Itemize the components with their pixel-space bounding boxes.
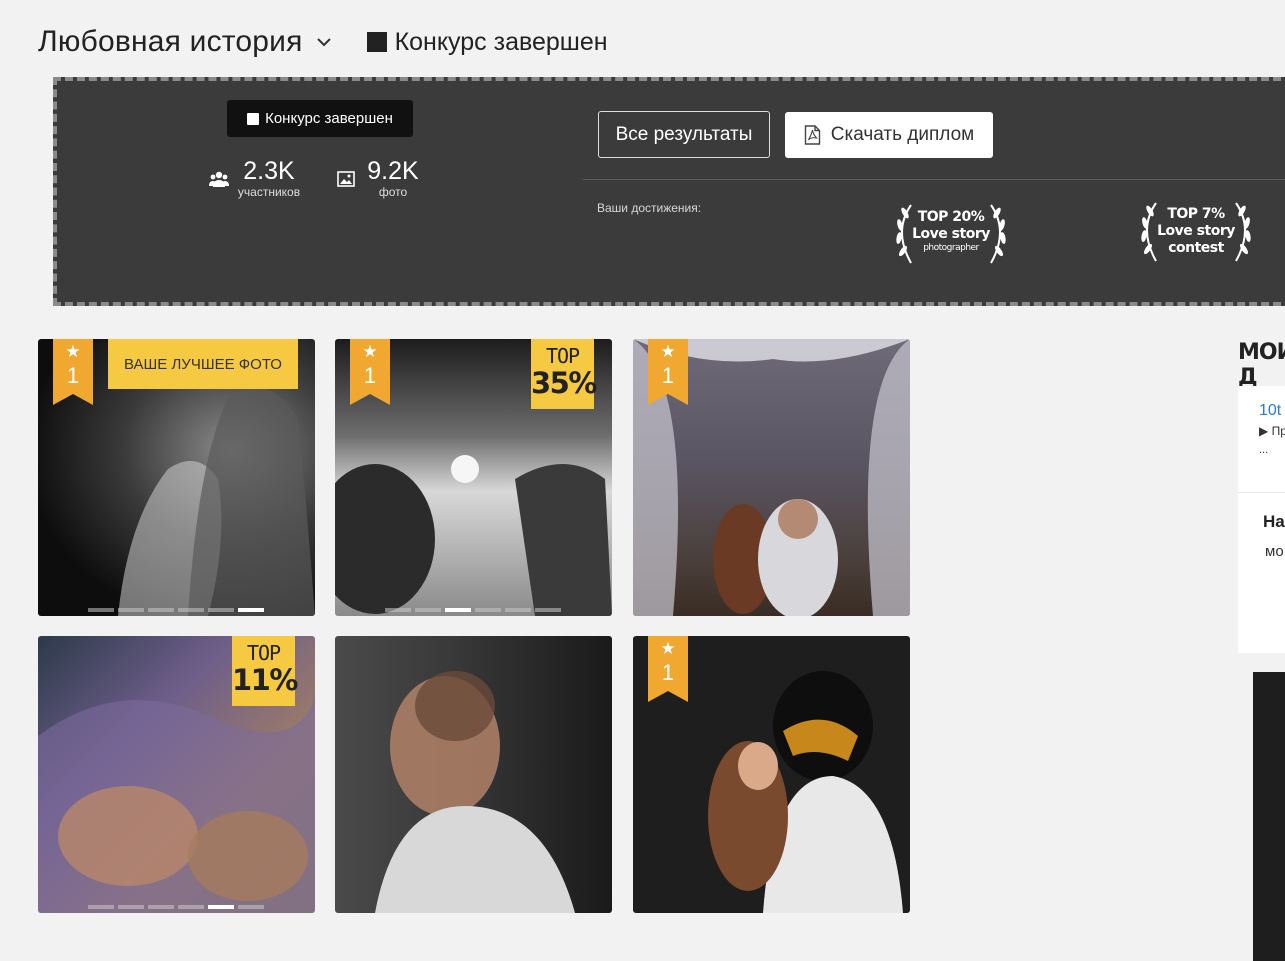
- slide-dot[interactable]: [238, 905, 264, 909]
- participants-stat: 2.3K участников: [231, 157, 307, 199]
- photo-card[interactable]: ★ 1: [633, 636, 910, 913]
- download-diploma-label: Скачать диплом: [830, 124, 975, 145]
- status-badge-label: Конкурс завершен: [265, 110, 393, 127]
- all-results-button[interactable]: Все результаты: [598, 111, 770, 158]
- photo-image: [375, 671, 575, 913]
- slide-dot[interactable]: [385, 608, 411, 612]
- star-icon: ★: [660, 342, 676, 361]
- photos-stat: 9.2K фото: [365, 157, 421, 199]
- users-icon: [209, 170, 229, 193]
- slide-dot[interactable]: [415, 608, 441, 612]
- star-icon: ★: [65, 342, 81, 361]
- slide-indicator[interactable]: [88, 608, 264, 612]
- square-icon: [366, 32, 387, 52]
- ribbon-number: 1: [66, 363, 80, 388]
- contest-title[interactable]: Любовная история: [38, 25, 303, 59]
- sidebar-link[interactable]: 10t: [1259, 402, 1281, 420]
- achievement-line2: Love story: [1157, 223, 1235, 239]
- slide-dot[interactable]: [475, 608, 501, 612]
- achievement-line3: photographer: [923, 243, 979, 253]
- sidebar-heading: На: [1263, 512, 1285, 531]
- slide-dot[interactable]: [178, 608, 204, 612]
- slide-dot[interactable]: [535, 608, 561, 612]
- sidebar-image[interactable]: [1253, 672, 1285, 961]
- contest-status-label: Конкурс завершен: [394, 27, 608, 56]
- sidebar-title: МОИ Д: [1238, 340, 1285, 390]
- image-icon: [337, 171, 355, 192]
- participants-count: 2.3K: [243, 157, 295, 185]
- slide-indicator[interactable]: [385, 608, 561, 612]
- top-value: 11%: [232, 663, 298, 697]
- sidebar-ellipsis: ...: [1259, 444, 1269, 456]
- star-icon: ★: [362, 342, 378, 361]
- contest-status: Конкурс завершен: [366, 27, 608, 57]
- star-icon: ★: [660, 639, 676, 658]
- pdf-icon: [804, 125, 820, 145]
- achievement-line3: contest: [1168, 240, 1224, 256]
- ribbon-number: 1: [661, 363, 675, 388]
- slide-indicator[interactable]: [88, 905, 264, 909]
- achievement-line1: TOP 7%: [1167, 206, 1225, 222]
- results-panel: Конкурс завершен 2.3K участников 9.2K фо…: [53, 77, 1285, 306]
- slide-dot[interactable]: [505, 608, 531, 612]
- sidebar-card: 10t ▶ Пр ... На мо: [1238, 386, 1285, 653]
- slide-dot[interactable]: [118, 905, 144, 909]
- ribbon-number: 1: [661, 660, 675, 685]
- photo-card[interactable]: ★ 1 ВАШЕ ЛУЧШЕЕ ФОТО: [38, 339, 315, 616]
- divider: [1238, 492, 1285, 493]
- top-value: 35%: [531, 366, 597, 400]
- photo-card[interactable]: ★ 1: [633, 339, 910, 616]
- slide-dot-active[interactable]: [445, 608, 471, 612]
- ribbon-badge: ★ 1: [53, 339, 93, 405]
- slide-dot-active[interactable]: [238, 608, 264, 612]
- photos-count: 9.2K: [367, 157, 419, 185]
- top-label: TOP: [246, 641, 281, 665]
- sidebar-subtitle: ▶ Пр: [1259, 424, 1285, 438]
- slide-dot[interactable]: [148, 608, 174, 612]
- status-badge: Конкурс завершен: [227, 100, 413, 137]
- square-icon: [247, 112, 260, 125]
- sidebar-text: мо: [1265, 543, 1284, 560]
- slide-dot[interactable]: [148, 905, 174, 909]
- slide-dot[interactable]: [88, 608, 114, 612]
- best-photo-tag: ВАШЕ ЛУЧШЕЕ ФОТО: [108, 339, 298, 389]
- ribbon-badge: ★ 1: [648, 339, 688, 405]
- top-percent-tag: TOP 35%: [531, 339, 597, 409]
- ribbon-badge: ★ 1: [648, 636, 688, 702]
- participants-label: участников: [237, 185, 301, 199]
- page-header: Любовная история Конкурс завершен: [38, 22, 608, 62]
- top-label: TOP: [545, 344, 580, 368]
- slide-dot[interactable]: [208, 608, 234, 612]
- slide-dot-active[interactable]: [208, 905, 234, 909]
- achievement-line1: TOP 20%: [917, 209, 985, 225]
- slide-dot[interactable]: [118, 608, 144, 612]
- divider: [583, 179, 1285, 180]
- achievement-line2: Love story: [912, 226, 990, 242]
- chevron-down-icon[interactable]: [315, 33, 333, 51]
- ribbon-badge: ★ 1: [350, 339, 390, 405]
- achievements-label: Ваши достижения:: [597, 201, 702, 215]
- achievement-top7: TOP 7% Love story contest: [1134, 199, 1258, 265]
- slide-dot[interactable]: [88, 905, 114, 909]
- photo-card[interactable]: TOP 11%: [38, 636, 315, 913]
- download-diploma-button[interactable]: Скачать диплом: [785, 112, 993, 158]
- achievement-top20: TOP 20% Love story photographer: [889, 201, 1013, 267]
- photo-card[interactable]: ★ 1 TOP 35%: [335, 339, 612, 616]
- photo-card[interactable]: [335, 636, 612, 913]
- top-percent-tag: TOP 11%: [232, 636, 298, 706]
- photos-label: фото: [378, 185, 408, 199]
- slide-dot[interactable]: [178, 905, 204, 909]
- ribbon-number: 1: [363, 363, 377, 388]
